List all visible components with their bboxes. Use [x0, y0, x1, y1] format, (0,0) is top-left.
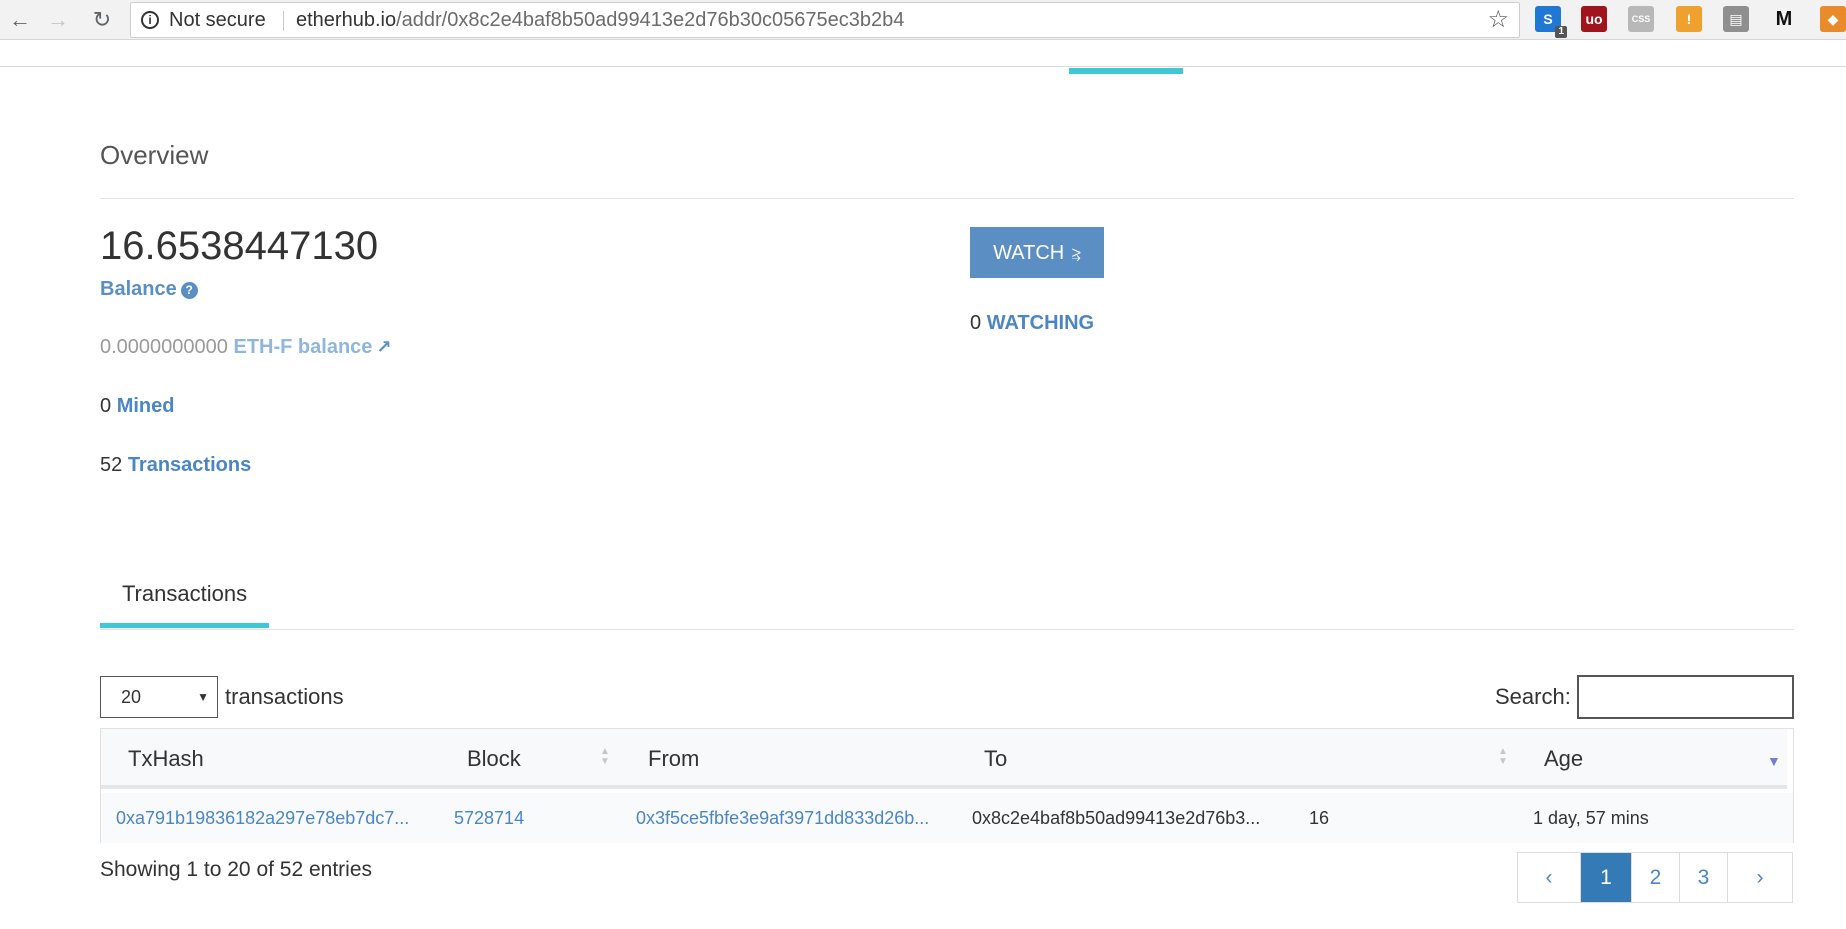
watch-button[interactable]: WATCH ⥸ [970, 227, 1104, 278]
mined-row: 0 Mined [100, 395, 174, 418]
transactions-link[interactable]: Transactions [128, 454, 251, 476]
row-block[interactable]: 5728714 [454, 793, 524, 843]
search-input[interactable] [1577, 675, 1794, 719]
omnibox-divider [283, 11, 284, 31]
rss-icon: ⥸ [1071, 246, 1081, 263]
bookmark-star-icon[interactable]: ☆ [1487, 3, 1509, 37]
sort-to-icon[interactable]: ▲ ▼ [1498, 747, 1508, 771]
medium-extension-icon[interactable]: M [1771, 6, 1797, 32]
entries-per-page-label: transactions [225, 684, 344, 709]
url-text[interactable]: etherhub.io/addr/0x8c2e4baf8b50ad99413e2… [296, 3, 904, 37]
tab-transactions[interactable]: Transactions [100, 580, 269, 628]
col-txhash[interactable]: TxHash [128, 729, 204, 789]
sort-block-icon[interactable]: ▲ ▼ [600, 747, 610, 771]
reload-icon[interactable]: ↻ [88, 6, 116, 34]
pagination-next[interactable]: › [1727, 853, 1792, 902]
ublock-extension-icon[interactable]: uo [1581, 6, 1607, 32]
pagination-page-3[interactable]: 3 [1679, 853, 1727, 902]
row-age: 1 day, 57 mins [1533, 808, 1649, 828]
row-from[interactable]: 0x3f5ce5fbfe3e9af3971dd833d26b... [636, 793, 929, 843]
url-path: /addr/0x8c2e4baf8b50ad99413e2d76b30c0567… [396, 9, 905, 31]
overview-title: Overview [100, 140, 209, 170]
ethf-balance-link[interactable]: ETH-F balance ↗ [233, 336, 391, 358]
search-label: Search: [1495, 684, 1571, 709]
nav-divider [0, 66, 1846, 67]
extension-badge: 1 [1555, 26, 1567, 38]
transactions-row: 52 Transactions [100, 454, 251, 477]
mined-count: 0 [100, 395, 112, 417]
balance-label-text: Balance [100, 278, 177, 300]
col-age[interactable]: Age [1544, 729, 1583, 789]
pagination-prev[interactable]: ‹ [1518, 853, 1580, 902]
watching-link[interactable]: WATCHING [987, 312, 1094, 334]
info-icon[interactable]: i [141, 11, 159, 29]
security-label[interactable]: Not secure [169, 3, 266, 37]
balance-value: 16.6538447130 [100, 224, 379, 268]
url-host: etherhub.io [296, 9, 397, 31]
watching-row: 0 WATCHING [970, 312, 1094, 335]
sort-age-desc-icon[interactable]: ▼ [1767, 753, 1781, 769]
balance-label[interactable]: Balance? [100, 278, 198, 301]
pagination-page-1[interactable]: 1 [1580, 853, 1631, 902]
pagination: ‹ 1 2 3 › [1517, 852, 1793, 903]
row-txhash[interactable]: 0xa791b19836182a297e78eb7dc7... [116, 793, 409, 843]
ethf-balance-row: 0.0000000000 ETH-F balance ↗ [100, 336, 392, 359]
entries-per-page-value: 20 [121, 687, 142, 707]
ethf-balance-label: ETH-F balance [233, 336, 373, 358]
pagination-page-2[interactable]: 2 [1631, 853, 1679, 902]
mined-link[interactable]: Mined [117, 395, 175, 417]
select-caret-icon: ▼ [197, 690, 209, 704]
table-header: TxHash Block ▲ ▼ From To ▲ ▼ Age ▼ [101, 729, 1787, 789]
skype-extension-icon[interactable]: S1 [1535, 6, 1567, 38]
active-nav-indicator [1069, 68, 1183, 74]
metamask-extension-icon[interactable]: ◆ [1820, 6, 1846, 32]
toolbox-extension-icon[interactable]: ▤ [1723, 6, 1749, 32]
watch-button-label: WATCH [993, 242, 1065, 264]
table-row: 0xa791b19836182a297e78eb7dc7... 5728714 … [101, 793, 1793, 843]
tab-divider [100, 629, 1794, 630]
transactions-table: TxHash Block ▲ ▼ From To ▲ ▼ Age ▼ 0xa791b… [100, 728, 1794, 843]
back-icon[interactable]: ← [6, 6, 34, 34]
row-to: 0x8c2e4baf8b50ad99413e2d76b3... [972, 808, 1261, 828]
entries-per-page-select[interactable]: 20 ▼ [100, 676, 218, 718]
row-value: 16 [1309, 808, 1330, 828]
honey-extension-icon[interactable]: ! [1676, 6, 1702, 32]
css-extension-icon[interactable]: CSS [1628, 6, 1654, 32]
external-link-icon: ↗ [376, 337, 392, 357]
transactions-count: 52 [100, 454, 123, 476]
watching-count: 0 [970, 312, 982, 334]
col-to[interactable]: To [984, 729, 1007, 789]
col-block[interactable]: Block [467, 729, 521, 789]
ethf-balance-value: 0.0000000000 [100, 336, 228, 358]
address-bar[interactable]: i Not secure etherhub.io/addr/0x8c2e4baf… [130, 2, 1520, 38]
forward-icon[interactable]: → [44, 6, 72, 34]
overview-divider [100, 198, 1794, 199]
table-info: Showing 1 to 20 of 52 entries [100, 858, 373, 881]
col-from[interactable]: From [648, 729, 699, 789]
help-icon[interactable]: ? [180, 282, 198, 299]
browser-toolbar: ← → ↻ i Not secure etherhub.io/addr/0x8c… [0, 0, 1846, 40]
